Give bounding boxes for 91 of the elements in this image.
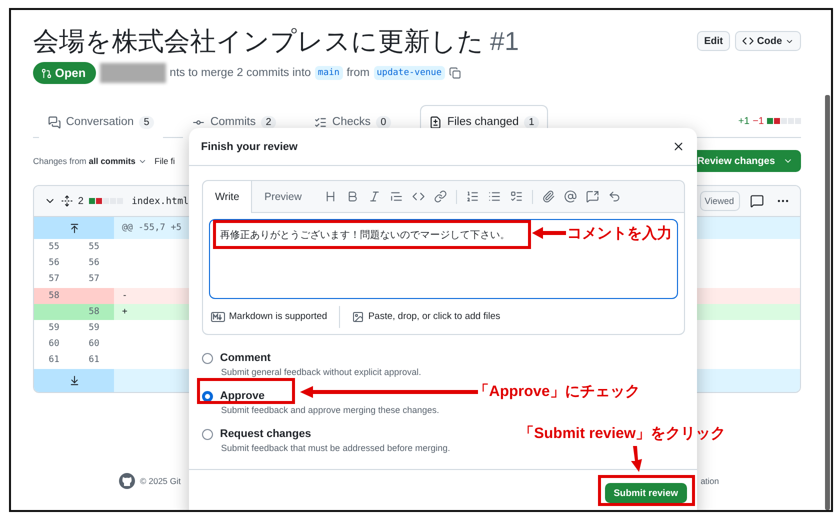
branch-label[interactable]: update-venue [374, 66, 445, 80]
line-number: 61 [48, 355, 60, 366]
option-description: Submit general feedback without explicit approval. [221, 367, 422, 379]
tab-label: Files changed [447, 116, 519, 128]
line-number: 56 [48, 258, 60, 268]
copy-icon[interactable] [448, 67, 461, 79]
submit-review-button[interactable]: Submit review [604, 483, 687, 503]
option-label[interactable]: Comment [220, 352, 271, 364]
expand-up-icon[interactable] [68, 222, 80, 234]
count-badge: 0 [376, 116, 392, 128]
code-icon[interactable] [412, 190, 425, 203]
italic-icon[interactable] [368, 190, 381, 203]
tab-label: Conversation [66, 116, 134, 128]
option-label[interactable]: Request changes [220, 428, 312, 440]
task-list-icon[interactable] [510, 190, 523, 203]
option-label[interactable]: Approve [220, 390, 265, 402]
logo-icon[interactable] [119, 472, 135, 488]
line-number: 58 [48, 290, 60, 301]
merge-summary: nts to merge 2 commits into [170, 67, 311, 79]
radio-button[interactable] [202, 428, 213, 440]
radio-button[interactable] [202, 390, 213, 402]
diffstat-icon [88, 198, 123, 204]
count-badge: 2 [260, 116, 276, 128]
diff-sign: + [121, 306, 128, 317]
radio-button[interactable] [202, 352, 213, 364]
numbered-list-icon[interactable] [466, 190, 479, 203]
mention-icon[interactable] [564, 190, 577, 203]
changes-from-filter[interactable]: Changes from all commits [33, 156, 136, 166]
tab-icon [429, 116, 442, 128]
additions-count: +1 [738, 116, 750, 126]
option-description: Submit feedback that must be addressed before merging. [221, 443, 452, 455]
attach-files-note[interactable]: Paste, drop, or click to add files [352, 310, 500, 322]
arrow [630, 446, 644, 472]
reference-icon[interactable] [586, 190, 599, 203]
dialog-title: Finish your review [201, 140, 299, 152]
line-number: 55 [48, 242, 60, 252]
expand-down-icon[interactable] [68, 374, 80, 386]
markdown-note[interactable]: Markdown is supported [211, 311, 328, 322]
attach-icon[interactable] [542, 190, 555, 203]
expand-icon[interactable] [61, 195, 73, 207]
edit-button[interactable]: Edit [697, 31, 730, 51]
hunk-header: @@ -55,7 +5 [121, 223, 182, 233]
comment-text: 再修正ありがとうございます！問題ないのでマージして下さい。 [220, 230, 510, 241]
pull-request-title: 会場を株式会社インプレスに更新した #1 [33, 24, 520, 58]
editor-tab[interactable]: Preview [252, 181, 314, 212]
count-badge: 1 [524, 116, 540, 128]
callout-text: コメントを入力 [567, 224, 672, 243]
image-icon [352, 310, 364, 322]
line-number: 60 [48, 339, 60, 350]
diff-sign: - [121, 290, 128, 301]
tab-icon [48, 116, 61, 128]
changes-count: 2 [78, 196, 84, 206]
count-badge: 5 [138, 116, 154, 128]
tab-label: Commits [210, 116, 256, 128]
code-icon [742, 35, 754, 47]
tab-icon [314, 116, 328, 128]
footer-link[interactable]: ation [700, 476, 719, 486]
deletions-count: −1 [752, 116, 764, 126]
code-button[interactable]: Code [735, 31, 801, 51]
tab-label: Checks [332, 116, 371, 128]
line-number: 59 [48, 323, 60, 334]
line-number: 56 [88, 258, 100, 268]
line-number: 59 [88, 323, 100, 334]
status-badge: Open [33, 62, 96, 84]
reply-icon[interactable] [608, 190, 621, 203]
arrow [532, 227, 566, 239]
from-label: from [346, 67, 370, 79]
close-icon[interactable] [672, 140, 685, 153]
line-number: 55 [88, 242, 100, 252]
line-number: 57 [48, 274, 60, 284]
link-icon[interactable] [434, 190, 447, 203]
file-filter[interactable]: File fi [154, 156, 175, 166]
quote-icon[interactable] [390, 190, 403, 203]
line-number: 57 [88, 274, 100, 284]
line-number: 61 [88, 355, 100, 366]
scrollbar[interactable] [825, 95, 830, 510]
line-number: 58 [88, 306, 100, 317]
redacted-author [100, 63, 166, 83]
file-name[interactable]: index.html [132, 196, 189, 206]
comment-icon[interactable] [750, 194, 764, 208]
markdown-icon [211, 312, 225, 322]
callout-text: 「Approve」にチェック [474, 382, 640, 401]
editor-tab[interactable]: Write [203, 181, 252, 213]
copyright-text: © 2025 Git [140, 476, 181, 486]
option-description: Submit feedback and approve merging these changes. [221, 405, 440, 417]
line-number: 60 [88, 339, 100, 350]
branch-label[interactable]: main [314, 66, 343, 80]
diffstat-icon [767, 118, 801, 124]
pull-request-icon [41, 68, 52, 78]
callout-text: 「Submit review」をクリック [519, 424, 726, 443]
viewed-button[interactable]: Viewed [700, 191, 740, 211]
